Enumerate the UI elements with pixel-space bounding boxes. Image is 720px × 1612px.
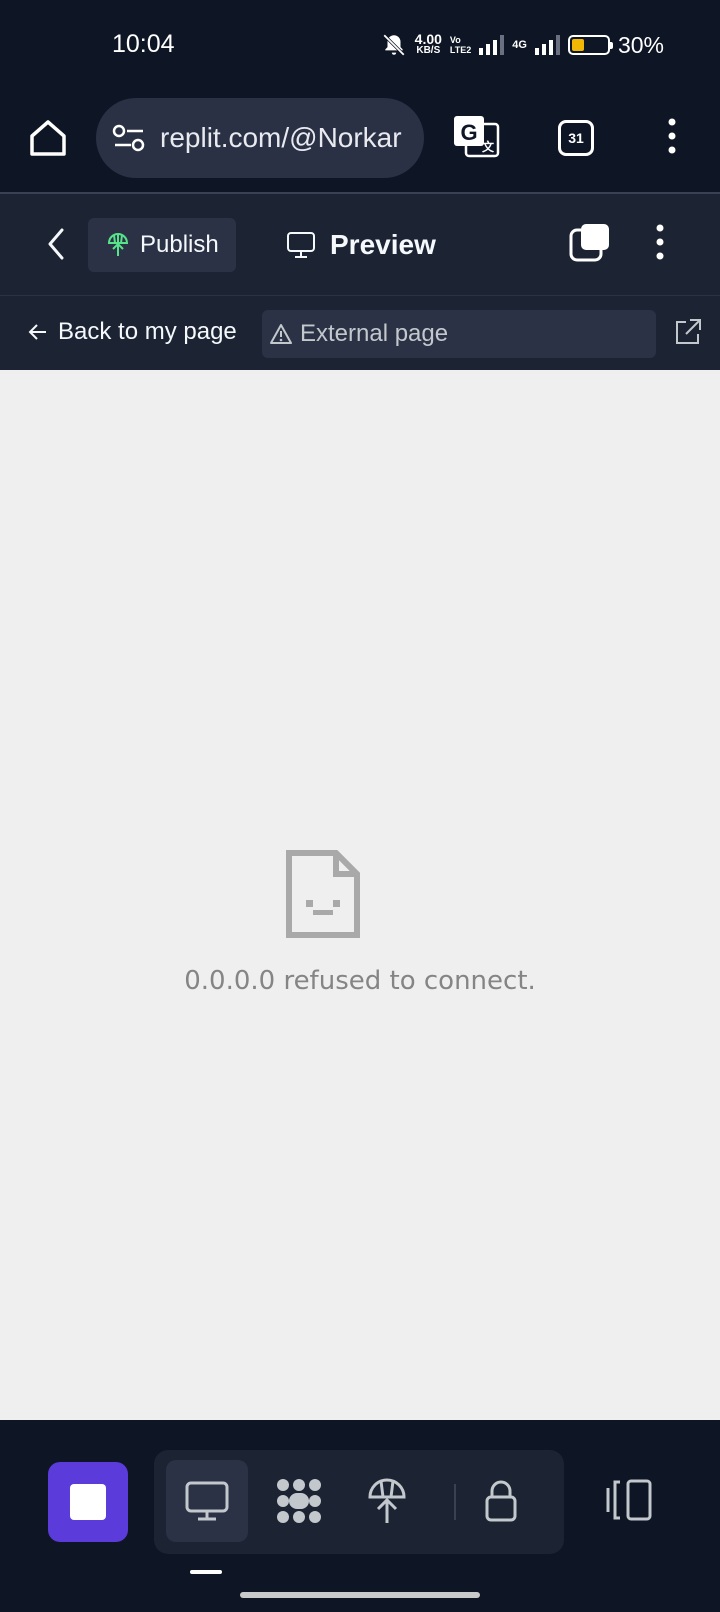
preview-url-bar: Back to my page External page xyxy=(0,296,720,370)
tab-preview[interactable]: Preview xyxy=(286,220,436,270)
preview-webview: 0.0.0.0 refused to connect. xyxy=(0,370,720,1420)
toolbar-divider xyxy=(454,1484,456,1520)
arrow-left-icon xyxy=(28,324,46,340)
split-view-icon[interactable] xyxy=(604,1478,654,1522)
battery-percent: 30% xyxy=(617,31,664,58)
address-url: replit.com/@Norkar xyxy=(160,122,402,153)
monitor-icon xyxy=(185,1481,229,1521)
publish-button[interactable]: Publish xyxy=(88,218,236,272)
back-label: Back to my page xyxy=(58,318,237,345)
tabs-overview-icon[interactable] xyxy=(568,222,612,264)
signal-1-icon xyxy=(479,35,505,55)
status-bar: 10:04 4.00 KB/S Vo LTE2 4G 30% xyxy=(0,0,720,90)
volte-top: Vo xyxy=(449,35,461,45)
tool-tabs xyxy=(154,1450,564,1554)
signal-2-icon xyxy=(534,35,560,55)
workspace-menu-icon[interactable] xyxy=(648,222,672,262)
network-speed: 4.00 KB/S xyxy=(414,31,442,56)
network-type-label: 4G xyxy=(512,39,527,51)
tool-preview[interactable] xyxy=(166,1460,248,1542)
translate-icon[interactable]: G 文 xyxy=(452,114,500,160)
browser-toolbar: replit.com/@Norkar G 文 31 xyxy=(0,90,720,194)
monitor-icon xyxy=(287,232,315,258)
publish-label: Publish xyxy=(140,231,219,258)
bottom-toolbar xyxy=(0,1420,720,1612)
warning-icon xyxy=(270,324,292,344)
lock-icon xyxy=(485,1480,517,1522)
gesture-handle[interactable] xyxy=(240,1592,480,1598)
tool-deploy[interactable] xyxy=(346,1460,428,1542)
stop-button[interactable] xyxy=(48,1462,128,1542)
network-type: 4G xyxy=(512,39,527,51)
volte-indicator: Vo LTE2 xyxy=(450,35,471,55)
active-tab-indicator xyxy=(190,1570,222,1574)
agent-icon xyxy=(277,1479,321,1523)
sad-document-icon xyxy=(286,850,360,938)
deploy-icon xyxy=(368,1478,406,1523)
preview-address-field[interactable]: External page xyxy=(262,310,656,358)
tab-switcher-button[interactable]: 31 xyxy=(558,120,594,156)
address-bar[interactable]: replit.com/@Norkar xyxy=(96,98,424,178)
chevron-left-icon[interactable] xyxy=(42,226,70,262)
browser-menu-icon[interactable] xyxy=(660,116,684,156)
volte-bottom: LTE2 xyxy=(449,45,472,55)
svg-text:G: G xyxy=(460,120,477,145)
svg-text:文: 文 xyxy=(482,139,495,154)
tool-secrets[interactable] xyxy=(460,1460,542,1542)
speed-unit: KB/S xyxy=(416,45,441,56)
publish-icon xyxy=(107,233,129,256)
preview-label: Preview xyxy=(330,229,436,260)
home-icon[interactable] xyxy=(26,116,70,160)
stop-icon xyxy=(70,1484,106,1520)
battery-icon xyxy=(567,35,613,55)
tool-agent[interactable] xyxy=(258,1460,340,1542)
workspace-header: Publish Preview xyxy=(0,194,720,296)
error-message: 0.0.0.0 refused to connect. xyxy=(184,966,536,996)
address-label: External page xyxy=(300,320,449,347)
back-to-page-button[interactable]: Back to my page xyxy=(28,314,237,350)
speed-value: 4.00 xyxy=(414,31,442,47)
status-time: 10:04 xyxy=(112,30,175,58)
bell-muted-icon xyxy=(382,34,405,56)
site-settings-icon[interactable] xyxy=(112,123,146,153)
open-external-icon[interactable] xyxy=(672,316,704,348)
status-icons: 4.00 KB/S Vo LTE2 4G 30% xyxy=(381,28,664,62)
